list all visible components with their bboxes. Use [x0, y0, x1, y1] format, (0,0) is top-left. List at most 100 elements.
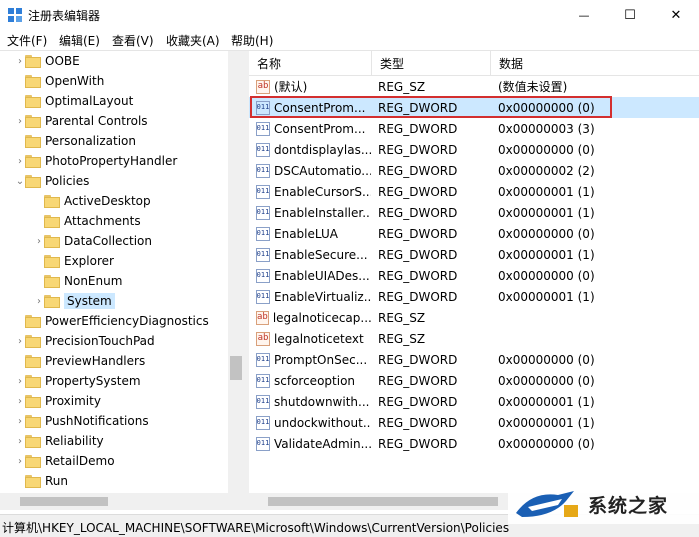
tree-node-label: OpenWith [45, 74, 105, 88]
value-data: 0x00000001 (1) [498, 394, 595, 409]
expand-arrow-icon[interactable]: › [15, 391, 25, 411]
column-header-name[interactable]: 名称 [249, 51, 372, 75]
binary-value-icon: 011 [256, 373, 270, 388]
expand-arrow-icon[interactable]: › [15, 431, 25, 451]
close-button[interactable]: ✕ [653, 0, 699, 30]
tree-node[interactable]: › PropertySystem [15, 371, 141, 391]
expand-arrow-icon[interactable]: › [34, 231, 44, 251]
value-name: PromptOnSec... [274, 352, 368, 367]
value-row[interactable]: 011 ValidateAdmin... REG_DWORD 0x00000000 (… [249, 433, 699, 454]
value-row[interactable]: 011 scforceoption REG_DWORD 0x00000000 (0) [249, 370, 699, 391]
tree-scroll-thumb[interactable] [230, 356, 242, 380]
folder-icon [25, 74, 41, 88]
list-hscroll-thumb[interactable] [268, 497, 498, 506]
menu-help[interactable]: 帮助(H) [231, 32, 273, 49]
no-arrow [34, 211, 44, 231]
value-name-cell: 011 EnableLUA [256, 223, 371, 244]
tree-node[interactable]: ActiveDesktop [34, 191, 151, 211]
tree-node[interactable]: PowerEfficiencyDiagnostics [15, 311, 209, 331]
binary-value-icon: 011 [256, 205, 270, 220]
tree-node[interactable]: Personalization [15, 131, 136, 151]
value-row[interactable]: 011 shutdownwith... REG_DWORD 0x00000001 (1… [249, 391, 699, 412]
menu-edit[interactable]: 编辑(E) [59, 32, 100, 49]
value-data: 0x00000003 (3) [498, 121, 595, 136]
folder-icon [44, 214, 60, 228]
value-name-cell: 011 EnableCursorS... [256, 181, 371, 202]
value-type: REG_DWORD [378, 373, 458, 388]
window-title: 注册表编辑器 [28, 9, 101, 23]
value-row[interactable]: ab (默认) REG_SZ (数值未设置) [249, 76, 699, 97]
folder-icon [44, 254, 60, 268]
column-header-data[interactable]: 数据 [491, 51, 699, 75]
no-arrow [15, 71, 25, 91]
menu-file[interactable]: 文件(F) [7, 32, 47, 49]
value-data: (数值未设置) [498, 80, 568, 94]
tree-node[interactable]: Attachments [34, 211, 141, 231]
tree-node-label: Run [45, 474, 69, 488]
value-row[interactable]: 011 ConsentProm... REG_DWORD 0x00000003 (3) [249, 118, 699, 139]
folder-icon [25, 414, 41, 428]
menu-view[interactable]: 查看(V) [112, 32, 154, 49]
tree-hscroll-thumb[interactable] [20, 497, 108, 506]
value-name: ConsentProm... [274, 100, 366, 115]
value-row[interactable]: ab legalnoticetext REG_SZ [249, 328, 699, 349]
tree-node[interactable]: PreviewHandlers [15, 351, 145, 371]
column-header-type[interactable]: 类型 [372, 51, 491, 75]
value-row[interactable]: 011 EnableSecure... REG_DWORD 0x00000001 (1… [249, 244, 699, 265]
tree-node-label: Attachments [64, 214, 141, 228]
tree-node[interactable]: › Proximity [15, 391, 101, 411]
menu-favorites[interactable]: 收藏夹(A) [166, 32, 220, 49]
tree-node[interactable]: › OOBE [15, 51, 80, 71]
value-data: 0x00000001 (1) [498, 247, 595, 262]
tree-node[interactable]: OpenWith [15, 71, 104, 91]
maximize-icon: ☐ [624, 7, 636, 23]
folder-icon [25, 334, 41, 348]
tree-node[interactable]: › PushNotifications [15, 411, 149, 431]
value-row[interactable]: ab legalnoticecap... REG_SZ [249, 307, 699, 328]
tree-node-label: Reliability [45, 434, 104, 448]
maximize-button[interactable]: ☐ [607, 0, 653, 30]
expand-arrow-icon[interactable]: › [15, 331, 25, 351]
tree-node[interactable]: › Reliability [15, 431, 104, 451]
tree-node[interactable]: › DataCollection [34, 231, 152, 251]
key-tree[interactable]: › OOBE OpenWith OptimalLayout › Parental Cont… [0, 51, 244, 493]
value-name-cell: 011 ConsentProm... [256, 118, 371, 139]
value-row[interactable]: 011 EnableInstaller... REG_DWORD 0x00000001… [249, 202, 699, 223]
value-row[interactable]: 011 dontdisplaylas... REG_DWORD 0x00000000 … [249, 139, 699, 160]
value-row[interactable]: 011 EnableLUA REG_DWORD 0x00000000 (0) [249, 223, 699, 244]
tree-node[interactable]: › Parental Controls [15, 111, 148, 131]
value-row[interactable]: 011 ConsentProm... REG_DWORD 0x00000000 (0) [249, 97, 699, 118]
value-type: REG_DWORD [378, 247, 458, 262]
expand-arrow-icon[interactable]: › [15, 451, 25, 471]
tree-node[interactable]: › System [34, 291, 115, 311]
value-row[interactable]: 011 EnableUIADes... REG_DWORD 0x00000000 (0… [249, 265, 699, 286]
tree-node[interactable]: ⌄ Policies [15, 171, 90, 191]
tree-node[interactable]: Explorer [34, 251, 114, 271]
binary-value-icon: 011 [256, 352, 270, 367]
regedit-app-icon [8, 8, 22, 22]
tree-node[interactable]: › RetailDemo [15, 451, 115, 471]
collapse-arrow-icon[interactable]: ⌄ [15, 171, 25, 191]
close-icon: ✕ [670, 7, 682, 23]
value-row[interactable]: 011 PromptOnSec... REG_DWORD 0x00000000 (0) [249, 349, 699, 370]
tree-node[interactable]: NonEnum [34, 271, 122, 291]
tree-vertical-scrollbar[interactable] [228, 51, 244, 493]
expand-arrow-icon[interactable]: › [15, 411, 25, 431]
tree-node[interactable]: Run [15, 471, 68, 491]
value-row[interactable]: 011 undockwithout... REG_DWORD 0x00000001 (… [249, 412, 699, 433]
expand-arrow-icon[interactable]: › [15, 51, 25, 71]
value-row[interactable]: 011 EnableCursorS... REG_DWORD 0x00000001 (… [249, 181, 699, 202]
value-name: legalnoticecap... [272, 310, 371, 325]
folder-icon [44, 294, 60, 308]
expand-arrow-icon[interactable]: › [15, 151, 25, 171]
minimize-button[interactable]: — [561, 0, 607, 30]
value-name-cell: ab legalnoticecap... [256, 307, 371, 328]
expand-arrow-icon[interactable]: › [34, 291, 44, 311]
tree-node[interactable]: › PrecisionTouchPad [15, 331, 155, 351]
value-row[interactable]: 011 DSCAutomatio... REG_DWORD 0x00000002 (2… [249, 160, 699, 181]
tree-node[interactable]: OptimalLayout [15, 91, 133, 111]
tree-node[interactable]: › PhotoPropertyHandler [15, 151, 177, 171]
expand-arrow-icon[interactable]: › [15, 371, 25, 391]
expand-arrow-icon[interactable]: › [15, 111, 25, 131]
value-row[interactable]: 011 EnableVirtualiz... REG_DWORD 0x00000001… [249, 286, 699, 307]
